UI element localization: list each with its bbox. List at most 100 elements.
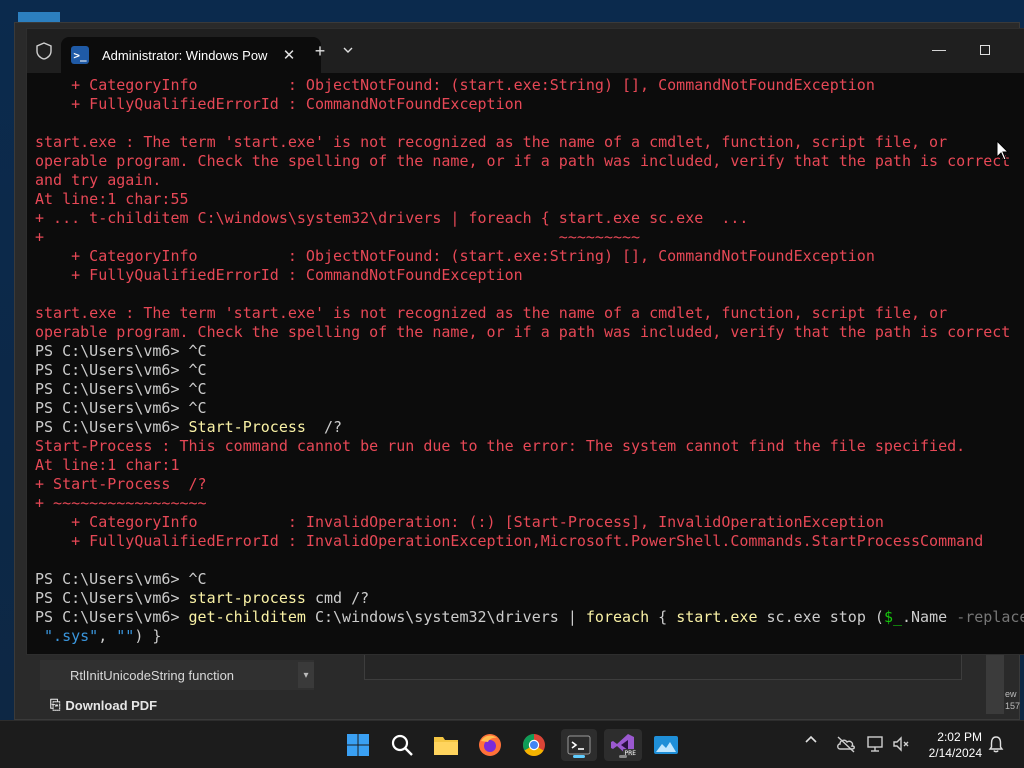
- console-segment: ".sys": [35, 627, 99, 645]
- console-segment: operable program. Check the spelling of …: [35, 152, 1011, 170]
- tray-clock[interactable]: 2:02 PM 2/14/2024: [920, 729, 982, 761]
- file-explorer-icon: [434, 737, 458, 755]
- photos-icon: [654, 736, 678, 754]
- minimize-button[interactable]: —: [927, 39, 951, 61]
- visual-studio-button[interactable]: PRE: [604, 729, 642, 761]
- taskbar: PRE 2:02 PM 2/14/2024: [0, 720, 1024, 768]
- console-segment: start.exe : The term 'start.exe' is not …: [35, 304, 948, 322]
- tab-title: Administrator: Windows PowerShell: [102, 47, 268, 63]
- console-segment: At line:1 char:1: [35, 456, 180, 474]
- firefox-icon: [479, 734, 501, 756]
- console-line: PS C:\Users\vm6> ^C: [35, 570, 1024, 589]
- mouse-cursor-icon: [996, 140, 1010, 161]
- console-segment: "": [116, 627, 135, 645]
- background-scrollbar[interactable]: [986, 654, 1004, 714]
- console-line: + CategoryInfo : ObjectNotFound: (start.…: [35, 76, 1024, 95]
- console-segment: Start-Process : This command cannot be r…: [35, 437, 966, 455]
- console-line: PS C:\Users\vm6> ^C: [35, 399, 1024, 418]
- console-segment: {: [649, 608, 677, 626]
- onedrive-offline-icon[interactable]: [836, 735, 856, 753]
- tab-dropdown-button[interactable]: [339, 41, 357, 63]
- console-line: ".sys", "") }: [35, 627, 1024, 646]
- powershell-icon: >_: [71, 46, 89, 64]
- volume-muted-icon[interactable]: [892, 735, 912, 753]
- console-segment: PS C:\Users\vm6> ^C: [35, 342, 207, 360]
- console-line: and try again.: [35, 171, 1024, 190]
- console-segment: + CategoryInfo : ObjectNotFound: (start.…: [35, 247, 875, 265]
- console-line: At line:1 char:1: [35, 456, 1024, 475]
- terminal-icon: [567, 735, 591, 755]
- console-segment: get-childitem: [188, 608, 306, 626]
- console-segment: operable program. Check the spelling of …: [35, 323, 1011, 341]
- shield-icon: [36, 42, 52, 60]
- console-segment: start-process: [188, 589, 306, 607]
- console-line: PS C:\Users\vm6> ^C: [35, 342, 1024, 361]
- console-segment: and try again.: [35, 171, 162, 189]
- console-segment: + ~~~~~~~~~~~~~~~~~: [35, 494, 207, 512]
- maximize-button[interactable]: [973, 39, 997, 61]
- tab-close-button[interactable]: ✕: [280, 46, 298, 64]
- console-segment: foreach: [585, 608, 650, 626]
- chevron-down-icon[interactable]: ▾: [298, 662, 314, 688]
- console-line: + CategoryInfo : ObjectNotFound: (start.…: [35, 247, 1024, 266]
- terminal-taskbar-button[interactable]: [561, 729, 597, 761]
- console-segment: + FullyQualifiedErrorId : InvalidOperati…: [35, 532, 984, 550]
- console-output[interactable]: + CategoryInfo : ObjectNotFound: (start.…: [35, 76, 1024, 654]
- console-line: At line:1 char:55: [35, 190, 1024, 209]
- console-line: operable program. Check the spelling of …: [35, 152, 1024, 171]
- new-tab-button[interactable]: +: [309, 41, 331, 63]
- firefox-button[interactable]: [474, 729, 506, 761]
- chevron-down-icon: [343, 47, 353, 53]
- network-icon[interactable]: [866, 735, 886, 753]
- windows-start-button[interactable]: [342, 729, 374, 761]
- doc-sidebar-item-label: RtlInitUnicodeString function: [70, 667, 235, 683]
- doc-sidebar-item[interactable]: RtlInitUnicodeString function: [40, 660, 314, 690]
- console-segment: PS C:\Users\vm6>: [35, 589, 189, 607]
- console-segment: + FullyQualifiedErrorId : CommandNotFoun…: [35, 266, 523, 284]
- chrome-button[interactable]: [518, 729, 550, 761]
- console-line: + ~~~~~~~~~: [35, 228, 1024, 247]
- console-line: + ~~~~~~~~~~~~~~~~~: [35, 494, 1024, 513]
- console-segment: -replace: [956, 608, 1024, 626]
- tray-chevron-up-icon[interactable]: [804, 733, 818, 750]
- console-line: + FullyQualifiedErrorId : InvalidOperati…: [35, 532, 1024, 551]
- console-segment: sc.exe stop (: [757, 608, 884, 626]
- maximize-icon: [980, 45, 990, 55]
- console-segment: PS C:\Users\vm6> ^C: [35, 380, 207, 398]
- tab-administrator-powershell[interactable]: >_ Administrator: Windows PowerShell ✕: [61, 37, 321, 73]
- search-button[interactable]: [386, 729, 418, 761]
- tray-time: 2:02 PM: [937, 730, 982, 744]
- console-segment: PS C:\Users\vm6> ^C: [35, 399, 207, 417]
- console-line: PS C:\Users\vm6> start-process cmd /?: [35, 589, 1024, 608]
- download-pdf-label: Download PDF: [65, 697, 158, 713]
- file-explorer-button[interactable]: [430, 729, 462, 761]
- terminal-window[interactable]: >_ Administrator: Windows PowerShell ✕ +…: [26, 28, 1024, 655]
- console-segment: + Start-Process /?: [35, 475, 207, 493]
- console-segment: /?: [305, 418, 343, 436]
- download-icon: ⎘: [50, 697, 61, 712]
- console-segment: + CategoryInfo : ObjectNotFound: (start.…: [35, 76, 875, 94]
- active-indicator: [573, 755, 585, 758]
- console-segment: cmd /?: [305, 589, 370, 607]
- background-content-pane: [364, 654, 962, 680]
- console-segment: ) }: [134, 627, 162, 645]
- windows-start-icon: [347, 734, 369, 756]
- download-pdf-link[interactable]: ⎘ Download PDF: [50, 697, 157, 713]
- terminal-titlebar[interactable]: >_ Administrator: Windows PowerShell ✕ +…: [27, 29, 1024, 73]
- console-segment: + ~~~~~~~~~: [35, 228, 641, 246]
- console-segment: + CategoryInfo : InvalidOperation: (:) […: [35, 513, 884, 531]
- console-line: + Start-Process /?: [35, 475, 1024, 494]
- console-line: + ... t-childitem C:\windows\system32\dr…: [35, 209, 1024, 228]
- console-segment: $_: [883, 608, 902, 626]
- console-line: + CategoryInfo : InvalidOperation: (:) […: [35, 513, 1024, 532]
- console-line: start.exe : The term 'start.exe' is not …: [35, 133, 1024, 152]
- background-edge-text: ew 157: [1005, 689, 1021, 711]
- console-line: PS C:\Users\vm6> Start-Process /?: [35, 418, 1024, 437]
- notification-bell-icon[interactable]: [988, 735, 1004, 753]
- photos-button[interactable]: [650, 729, 682, 761]
- search-icon: [391, 734, 413, 756]
- console-segment: + ... t-childitem C:\windows\system32\dr…: [35, 209, 749, 227]
